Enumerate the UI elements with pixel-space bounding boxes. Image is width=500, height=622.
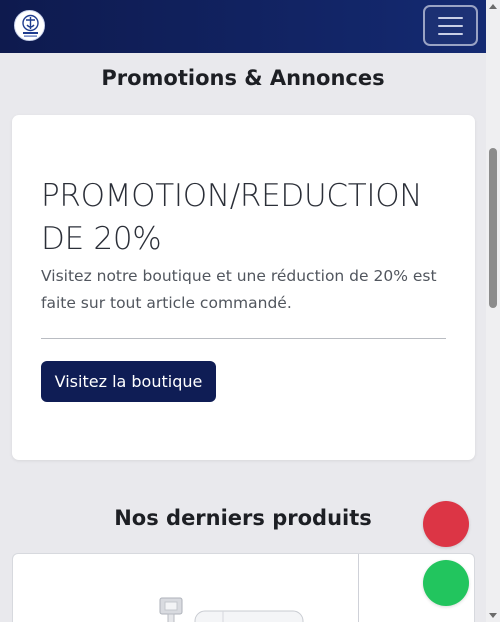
hamburger-menu-icon <box>438 16 463 19</box>
product-image[interactable] <box>153 596 323 622</box>
promotion-title: PROMOTION/REDUCTION DE 20% <box>41 178 423 257</box>
promotion-divider <box>41 338 446 339</box>
scroll-up-arrow-icon[interactable] <box>489 4 497 9</box>
page-scrollbar[interactable] <box>486 0 500 622</box>
promotions-heading: Promotions & Annonces <box>101 66 385 90</box>
brand-logo[interactable] <box>14 10 45 41</box>
promotion-card: PROMOTION/REDUCTION DE 20% Visitez notre… <box>12 115 475 460</box>
floating-green-button[interactable] <box>423 560 469 606</box>
visit-shop-button[interactable]: Visitez la boutique <box>41 361 216 402</box>
products-heading: Nos derniers produits <box>114 506 372 530</box>
scrollbar-thumb[interactable] <box>489 148 497 308</box>
scroll-down-arrow-icon[interactable] <box>489 613 497 618</box>
floating-red-button[interactable] <box>423 501 469 547</box>
promotion-description: Visitez notre boutique et une réduction … <box>41 267 437 312</box>
hamburger-menu-button[interactable] <box>423 5 478 46</box>
product-card-divider <box>358 554 359 622</box>
product-card[interactable] <box>12 553 475 622</box>
navbar <box>0 0 486 53</box>
